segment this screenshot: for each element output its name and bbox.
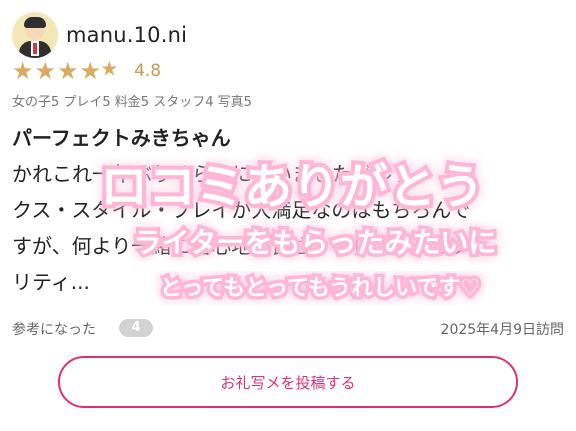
review-body[interactable]: かれこれ一年ぶりくらいに会いましたがルッ クス・スタイル・プレイが大満足なのはも… bbox=[12, 156, 560, 300]
review-card: manu.10.ni ★ ★ ★ ★ ☆ ★ 4.8 女の子5 プレイ5 料金5… bbox=[0, 0, 576, 431]
star-icon: ★ bbox=[57, 57, 79, 85]
half-star-icon: ☆ ★ bbox=[102, 59, 126, 83]
subscores: 女の子5 プレイ5 料金5 スタッフ4 写真5 bbox=[12, 95, 252, 110]
review-footer: 参考になった 4 2025年4月9日訪問 bbox=[12, 317, 564, 339]
star-icon: ★ bbox=[79, 57, 102, 85]
avatar bbox=[12, 12, 58, 58]
helpful-count-badge: 4 bbox=[119, 319, 153, 337]
review-body-line: かれこれ一年ぶりくらいに会いましたがルッ bbox=[12, 162, 412, 186]
rating-row: ★ ★ ★ ★ ☆ ★ 4.8 bbox=[12, 57, 162, 85]
review-body-line: すが、何より一緒に居心地の良さ、そしてホスピタ bbox=[12, 234, 471, 258]
post-thanks-photo-button[interactable]: お礼写メを投稿する bbox=[58, 356, 518, 408]
star-rating: ★ ★ ★ ★ ☆ ★ bbox=[12, 57, 126, 85]
rating-score: 4.8 bbox=[134, 61, 162, 81]
review-title: パーフェクトみきちゃん bbox=[12, 126, 231, 150]
helpful-label[interactable]: 参考になった bbox=[12, 319, 96, 339]
avatar-tie bbox=[33, 43, 37, 54]
avatar-hair bbox=[24, 17, 46, 28]
username: manu.10.ni bbox=[66, 23, 188, 47]
visit-date: 2025年4月9日訪問 bbox=[440, 322, 564, 338]
review-body-line: リティ... bbox=[12, 270, 90, 294]
review-header: manu.10.ni bbox=[12, 12, 187, 58]
star-icon: ★ bbox=[12, 57, 34, 85]
review-body-line: クス・スタイル・プレイが大満足なのはもちろんで bbox=[12, 198, 471, 222]
star-icon: ★ bbox=[34, 57, 57, 85]
half-star-fill: ★ bbox=[102, 59, 115, 78]
